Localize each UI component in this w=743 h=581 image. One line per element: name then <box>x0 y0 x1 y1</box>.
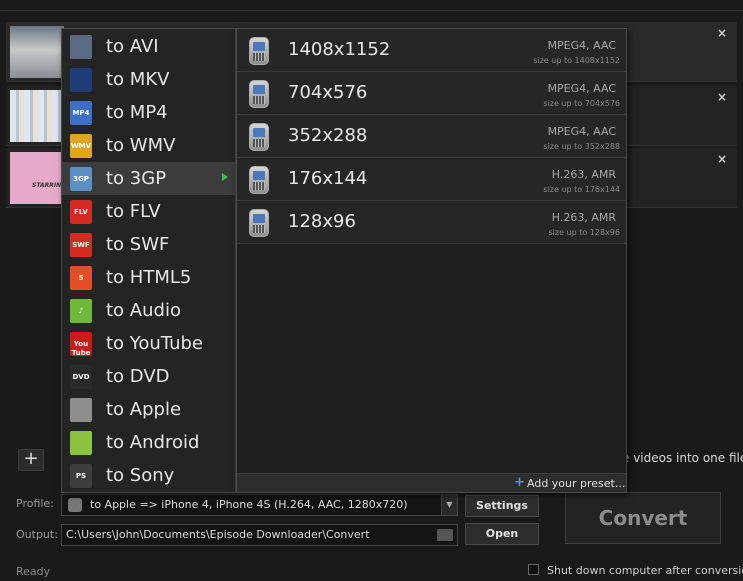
menu-item-label: to MKV <box>106 69 170 90</box>
video-thumbnail <box>10 26 64 78</box>
menu-item-label: to DVD <box>106 366 170 387</box>
menu-item-label: to Apple <box>106 399 182 420</box>
menu-item-audio[interactable]: ♪ to Audio <box>62 294 235 327</box>
menu-item-label: to Sony <box>106 465 175 486</box>
preset-resolution: 352x288 <box>288 125 368 146</box>
menu-item-label: to YouTube <box>106 333 203 354</box>
format-menu: to AVI to MKV MP4 to MP4 WMV to WMV 3GP to 3GP F… <box>61 28 236 493</box>
preset-item[interactable]: 176x144 H.263, AMR size up to 176x144 <box>237 158 626 201</box>
audio-icon: ♪ <box>70 299 92 323</box>
mkv-icon <box>70 68 92 92</box>
youtube-icon: You Tube <box>70 332 92 357</box>
output-path-value: C:\Users\John\Documents\Episode Download… <box>66 528 370 541</box>
menu-item-label: to 3GP <box>106 168 167 189</box>
add-preset-label: Add your preset... <box>527 477 626 490</box>
menu-item-youtube[interactable]: You Tube to YouTube <box>62 327 235 360</box>
folder-icon[interactable] <box>437 529 453 541</box>
shutdown-label: Shut down computer after conversion <box>547 564 743 577</box>
preset-resolution: 176x144 <box>288 168 368 189</box>
menu-item-label: to WMV <box>106 135 176 156</box>
preset-resolution: 128x96 <box>288 211 356 232</box>
html5-icon: 5 <box>70 266 92 290</box>
phone-icon <box>249 80 269 108</box>
menu-item-flv[interactable]: FLV to FLV <box>62 195 235 228</box>
menu-item-android[interactable]: to Android <box>62 426 235 459</box>
swf-icon: SWF <box>70 233 92 257</box>
output-path-field[interactable]: C:\Users\John\Documents\Episode Download… <box>61 524 458 546</box>
remove-file-icon[interactable]: × <box>717 26 727 40</box>
playstation-icon: PS <box>70 464 92 488</box>
menu-item-dvd[interactable]: DVD to DVD <box>62 360 235 393</box>
preset-resolution: 704x576 <box>288 82 368 103</box>
output-label: Output: <box>16 528 58 541</box>
remove-file-icon[interactable]: × <box>717 152 727 166</box>
phone-icon <box>249 209 269 237</box>
profile-value: to Apple => iPhone 4, iPhone 4S (H.264, … <box>90 498 408 511</box>
phone-icon <box>249 166 269 194</box>
menu-item-label: to FLV <box>106 201 161 222</box>
3gp-icon: 3GP <box>70 167 92 191</box>
apple-icon <box>68 498 82 512</box>
dvd-icon: DVD <box>70 365 92 389</box>
menu-item-3gp[interactable]: 3GP to 3GP <box>62 162 235 195</box>
plus-icon: + <box>514 475 525 490</box>
wmv-icon: WMV <box>70 134 92 158</box>
menu-item-swf[interactable]: SWF to SWF <box>62 228 235 261</box>
flv-icon: FLV <box>70 200 92 224</box>
preset-codec: H.263, AMR <box>551 211 616 224</box>
menu-item-html5[interactable]: 5 to HTML5 <box>62 261 235 294</box>
apple-icon <box>70 398 92 422</box>
profile-select[interactable]: to Apple => iPhone 4, iPhone 4S (H.264, … <box>61 494 458 516</box>
chevron-down-icon[interactable]: ▼ <box>441 495 457 515</box>
open-button[interactable]: Open <box>465 523 539 545</box>
phone-icon <box>249 123 269 151</box>
preset-size: size up to 352x288 <box>543 142 620 151</box>
status-text: Ready <box>16 565 51 578</box>
convert-button[interactable]: Convert <box>565 492 721 544</box>
shutdown-option[interactable]: Shut down computer after conversion <box>528 564 743 577</box>
menu-item-apple[interactable]: to Apple <box>62 393 235 426</box>
preset-size: size up to 1408x1152 <box>533 56 620 65</box>
preset-codec: H.263, AMR <box>551 168 616 181</box>
preset-codec: MPEG4, AAC <box>547 82 616 95</box>
top-divider <box>0 10 743 11</box>
mp4-icon: MP4 <box>70 101 92 125</box>
preset-size: size up to 128x96 <box>548 228 620 237</box>
thumbnail-text: STARRIN <box>32 182 62 189</box>
menu-item-label: to SWF <box>106 234 170 255</box>
menu-item-mp4[interactable]: MP4 to MP4 <box>62 96 235 129</box>
android-icon <box>70 431 92 455</box>
add-file-button[interactable]: + <box>18 449 44 471</box>
menu-item-wmv[interactable]: WMV to WMV <box>62 129 235 162</box>
preset-codec: MPEG4, AAC <box>547 39 616 52</box>
submenu-arrow-icon <box>222 173 228 181</box>
menu-item-label: to MP4 <box>106 102 168 123</box>
settings-button[interactable]: Settings <box>465 495 539 517</box>
3gp-preset-submenu: 128x96 H.263, AMR size up to 128x96 176x144… <box>236 28 627 493</box>
preset-resolution: 1408x1152 <box>288 39 391 60</box>
preset-item[interactable]: 352x288 MPEG4, AAC size up to 352x288 <box>237 115 626 158</box>
preset-size: size up to 704x576 <box>543 99 620 108</box>
menu-item-label: to Audio <box>106 300 181 321</box>
menu-item-label: to Android <box>106 432 200 453</box>
menu-item-mkv[interactable]: to MKV <box>62 63 235 96</box>
preset-size: size up to 176x144 <box>543 185 620 194</box>
preset-item[interactable]: 704x576 MPEG4, AAC size up to 704x576 <box>237 72 626 115</box>
menu-item-label: to AVI <box>106 36 159 57</box>
merge-videos-label[interactable]: e videos into one file <box>622 451 743 465</box>
preset-item[interactable]: 128x96 H.263, AMR size up to 128x96 <box>237 201 626 244</box>
preset-codec: MPEG4, AAC <box>547 125 616 138</box>
avi-icon <box>70 35 92 59</box>
video-thumbnail <box>10 90 64 142</box>
video-thumbnail: STARRIN <box>10 152 64 204</box>
menu-item-playstation[interactable]: PS to Sony <box>62 459 235 492</box>
phone-icon <box>249 37 269 65</box>
menu-item-avi[interactable]: to AVI <box>62 30 235 63</box>
profile-label: Profile: <box>16 497 54 510</box>
menu-item-label: to HTML5 <box>106 267 192 288</box>
add-preset-button[interactable]: + Add your preset... <box>237 473 626 492</box>
preset-item[interactable]: 1408x1152 MPEG4, AAC size up to 1408x1152 <box>237 29 626 72</box>
remove-file-icon[interactable]: × <box>717 90 727 104</box>
shutdown-checkbox[interactable] <box>528 564 539 575</box>
